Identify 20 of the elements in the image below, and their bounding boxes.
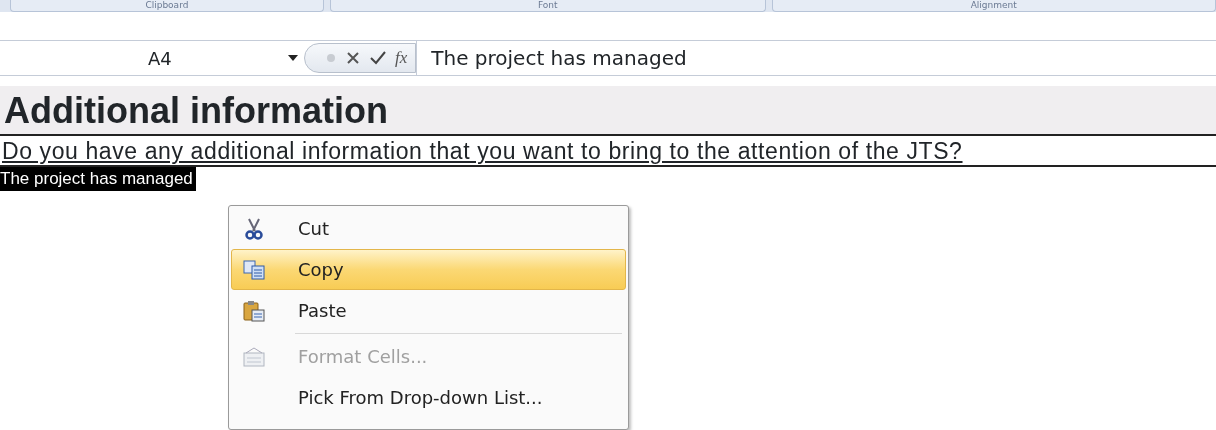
menu-item[interactable]: Pick From Drop-down List... (231, 377, 626, 418)
insert-function-button[interactable]: fx (395, 45, 408, 71)
clipboard-icon (243, 299, 265, 322)
check-icon[interactable] (369, 50, 387, 66)
ribbon-group-label: Clipboard (10, 0, 324, 12)
menu-item[interactable]: Paste (231, 290, 626, 331)
name-box[interactable]: A4 (0, 41, 300, 75)
format-cells-icon (243, 346, 265, 367)
ribbon-group-label: Font (329, 0, 766, 12)
formula-field[interactable]: The project has managed (416, 41, 1216, 75)
cancel-icon[interactable] (345, 50, 361, 66)
answer-cell[interactable]: The project has managed (0, 167, 196, 191)
copy-icon (243, 259, 265, 280)
ribbon-group-label: Alignment (771, 0, 1216, 12)
circle-icon (325, 52, 337, 64)
menu-item[interactable]: Cut (231, 208, 626, 249)
scissors-icon (245, 217, 263, 240)
menu-item[interactable]: Copy (231, 249, 626, 290)
sheet-heading: Additional information (0, 86, 1216, 136)
dropdown-arrow-icon[interactable] (288, 54, 298, 62)
